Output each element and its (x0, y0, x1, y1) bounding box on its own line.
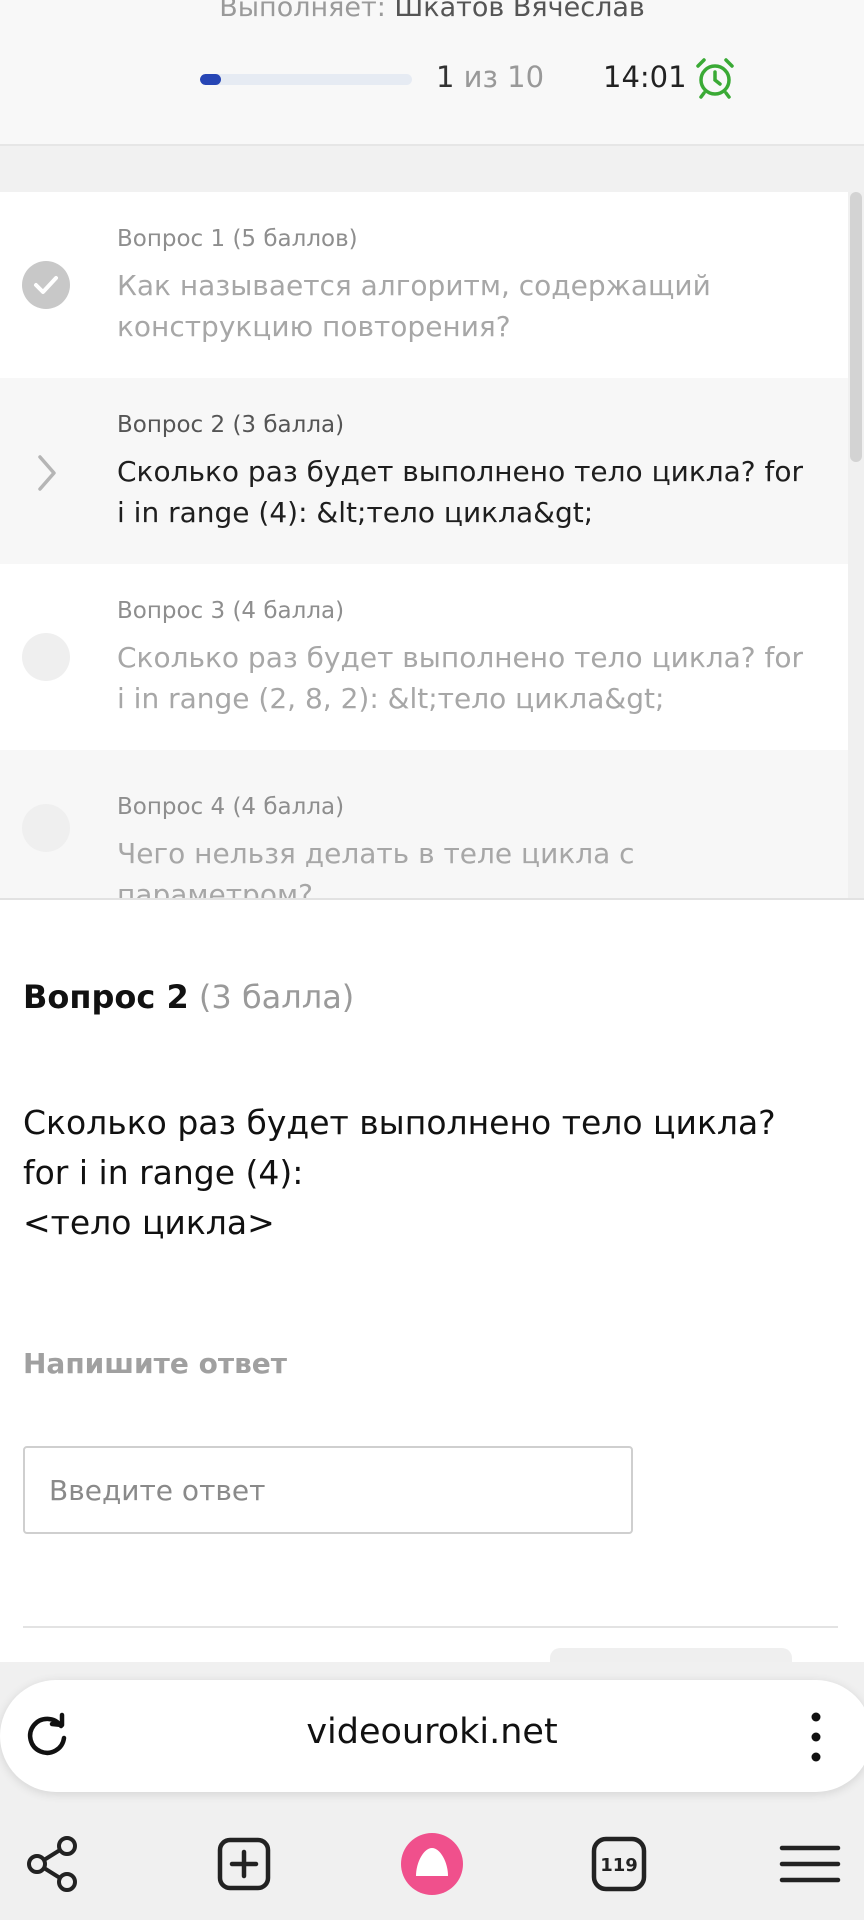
question-body-line-3: <тело цикла> (23, 1203, 275, 1242)
question-item-3[interactable]: Вопрос 3 (4 балла) Сколько раз будет вып… (0, 564, 848, 750)
answer-input[interactable] (23, 1446, 633, 1534)
detail-title: Вопрос 2 (3 балла) (23, 978, 354, 1016)
question-1-head: Вопрос 1 (5 баллов) (117, 226, 358, 252)
question-list[interactable]: Вопрос 1 (5 баллов) Как называется алгор… (0, 192, 864, 900)
timer-text: 14:01 (603, 60, 687, 94)
question-item-2[interactable]: Вопрос 2 (3 балла) Сколько раз будет вып… (0, 378, 848, 564)
divider (23, 1626, 838, 1628)
question-body-line-2: for i in range (4): (23, 1153, 304, 1192)
counter-current: 1 (436, 60, 455, 94)
question-body: Сколько раз будет выполнено тело цикла? … (23, 1098, 823, 1248)
question-4-text: Чего нельзя делать в теле цикла с параме… (117, 837, 635, 900)
performer-name: Шкатов Вячеслав (394, 0, 645, 23)
pending-dot-icon (22, 633, 70, 681)
answer-label: Напишите ответ (23, 1347, 288, 1380)
alice-assistant-icon[interactable] (400, 1832, 464, 1896)
question-counter: 1 из 10 (436, 60, 544, 94)
performer-line: Выполняет: Шкатов Вячеслав (0, 0, 864, 23)
counter-total: из 10 (463, 60, 545, 94)
share-icon[interactable] (22, 1832, 86, 1896)
tabs-count-icon[interactable]: 119 (587, 1832, 651, 1896)
detail-question-number: Вопрос 2 (23, 978, 189, 1016)
hamburger-menu-icon[interactable] (778, 1832, 842, 1896)
progress-fill (200, 74, 222, 85)
question-4-head: Вопрос 4 (4 балла) (117, 794, 345, 820)
answered-check-icon (22, 261, 70, 309)
tabs-count: 119 (600, 1855, 638, 1876)
progress-bar (200, 74, 412, 85)
detail-points: (3 балла) (198, 978, 355, 1016)
question-2-text: Сколько раз будет выполнено тело цикла? … (117, 455, 804, 529)
question-item-4[interactable]: Вопрос 4 (4 балла) Чего нельзя делать в … (0, 750, 848, 898)
question-1-text: Как называется алгоритм, содержащий конс… (117, 269, 711, 343)
question-list-scrollbar[interactable] (848, 192, 864, 898)
scrollbar-thumb[interactable] (850, 192, 862, 462)
question-body-line-1: Сколько раз будет выполнено тело цикла? (23, 1103, 776, 1142)
chevron-right-icon (38, 455, 56, 491)
url-text[interactable]: videouroki.net (0, 1712, 864, 1752)
question-3-text: Сколько раз будет выполнено тело цикла? … (117, 641, 804, 715)
question-2-head: Вопрос 2 (3 балла) (117, 412, 345, 438)
section-gap (0, 146, 864, 192)
test-header: Выполняет: Шкатов Вячеслав 1 из 10 14:01 (0, 0, 864, 146)
question-item-1[interactable]: Вопрос 1 (5 баллов) Как называется алгор… (0, 192, 848, 378)
more-menu-icon[interactable] (806, 1709, 826, 1765)
alarm-clock-icon (696, 58, 734, 99)
question-3-head: Вопрос 3 (4 балла) (117, 598, 345, 624)
performer-label: Выполняет: (219, 0, 386, 23)
pending-dot-icon (22, 804, 70, 852)
new-tab-icon[interactable] (212, 1832, 276, 1896)
